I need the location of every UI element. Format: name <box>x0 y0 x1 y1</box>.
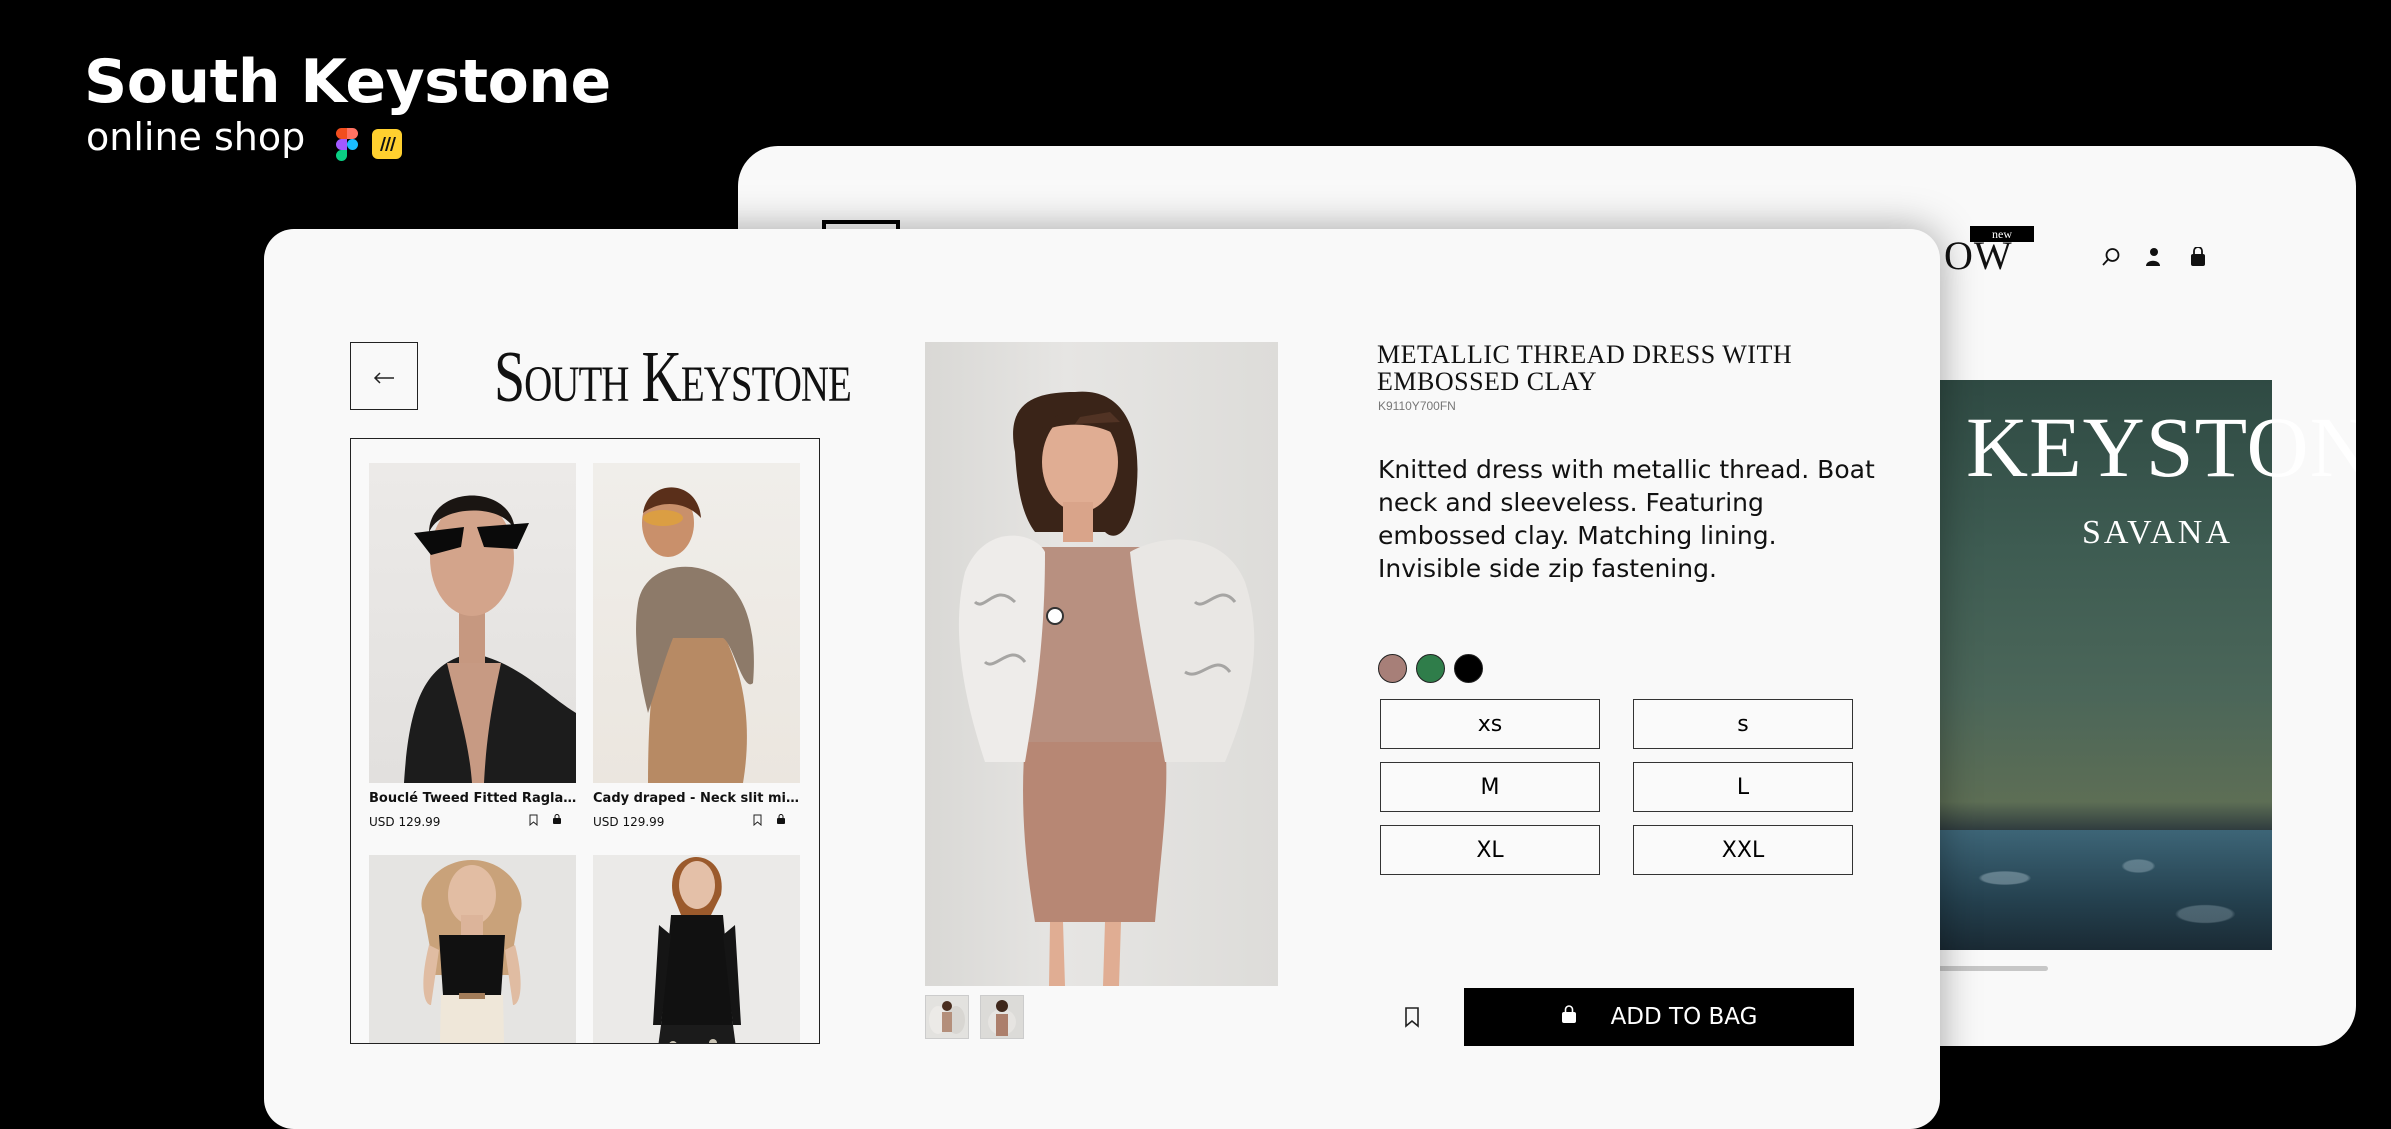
size-option[interactable]: xs <box>1380 699 1600 749</box>
arrow-left-icon <box>372 361 396 392</box>
bag-icon[interactable] <box>776 814 786 829</box>
product-price: USD 129.99 <box>593 814 665 829</box>
product-meta: USD 129.99 <box>369 814 576 829</box>
color-swatch[interactable] <box>1378 654 1407 683</box>
product-card[interactable] <box>593 855 800 1043</box>
product-page-screen: South Keystone Bouclé Tweed Fitted Ragla… <box>264 229 1940 1129</box>
account-icon[interactable] <box>2142 246 2164 268</box>
figma-icon <box>336 128 358 161</box>
product-thumbnail[interactable] <box>925 995 969 1039</box>
product-price: USD 129.99 <box>369 814 441 829</box>
product-photo[interactable] <box>369 463 576 783</box>
size-option[interactable]: L <box>1633 762 1853 812</box>
product-description: Knitted dress with metallic thread. Boat… <box>1378 455 1875 583</box>
product-title: METALLIC THREAD DRESS WITH EMBOSSED CLAY <box>1377 340 1793 396</box>
bookmark-icon[interactable] <box>753 814 762 829</box>
banner-subtitle: SAVANA <box>2082 514 2233 551</box>
product-meta: USD 129.99 <box>593 814 800 829</box>
product-sku: K9110Y700FN <box>1378 399 1456 413</box>
banner-title: KEYSTONE <box>1966 399 2356 495</box>
product-main-photo[interactable] <box>925 342 1278 986</box>
product-actions <box>753 814 786 829</box>
size-selector: xs s M L XL XXL <box>1380 699 1853 875</box>
carousel-scrollbar[interactable] <box>1938 966 2048 971</box>
brand-logo[interactable]: South Keystone <box>494 331 852 426</box>
add-to-bag-label: ADD TO BAG <box>1610 1004 1758 1030</box>
tool-icons <box>336 128 402 161</box>
product-card[interactable]: Bouclé Tweed Fitted Raglan Blazer USD 12… <box>369 463 579 829</box>
back-button[interactable] <box>350 342 418 410</box>
add-to-bag-button[interactable]: ADD TO BAG <box>1464 988 1854 1046</box>
product-card[interactable]: Cady draped - Neck slit mini dress USD 1… <box>593 463 803 829</box>
bag-icon <box>1561 1004 1577 1030</box>
bag-icon[interactable] <box>552 814 562 829</box>
home-nav-logo-fragment: OW <box>1944 233 2013 278</box>
bookmark-icon[interactable] <box>529 814 538 829</box>
hero-title: South Keystone <box>84 47 611 117</box>
color-swatch[interactable] <box>1454 654 1483 683</box>
hero-subtitle: online shop <box>86 115 306 159</box>
product-actions <box>529 814 562 829</box>
product-list: Bouclé Tweed Fitted Raglan Blazer USD 12… <box>350 438 820 1044</box>
product-thumbnail[interactable] <box>980 995 1024 1039</box>
size-option[interactable]: XL <box>1380 825 1600 875</box>
hero-banner[interactable]: KEYSTONE SAVANA <box>1938 380 2356 950</box>
size-option[interactable]: M <box>1380 762 1600 812</box>
product-name[interactable]: Bouclé Tweed Fitted Raglan Blazer <box>369 791 579 806</box>
product-card[interactable] <box>369 855 576 1043</box>
color-swatch[interactable] <box>1416 654 1445 683</box>
bookmark-icon[interactable] <box>1400 1003 1424 1031</box>
banner-water-image <box>1938 830 2272 950</box>
size-option[interactable]: s <box>1633 699 1853 749</box>
product-photo[interactable] <box>593 855 800 1043</box>
product-name[interactable]: Cady draped - Neck slit mini dress <box>593 791 803 806</box>
size-option[interactable]: XXL <box>1633 825 1853 875</box>
miro-icon <box>372 129 402 159</box>
search-icon[interactable] <box>2100 246 2122 268</box>
product-photo[interactable] <box>369 855 576 1043</box>
product-photo[interactable] <box>593 463 800 783</box>
bag-icon[interactable] <box>2187 246 2209 268</box>
color-swatches <box>1378 654 1483 683</box>
